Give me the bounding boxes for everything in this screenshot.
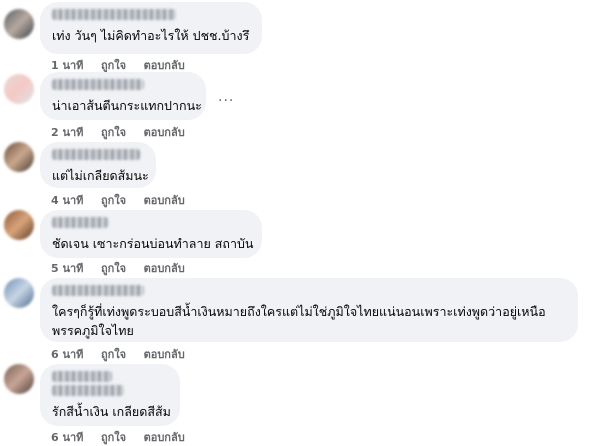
more-options-icon[interactable]: ... — [218, 89, 234, 105]
comment-bubble: รักสีน้ำเงิน เกลียดสีส้ม — [40, 364, 180, 426]
commenter-name-line-2 — [52, 385, 124, 396]
like-button[interactable]: ถูกใจ — [101, 431, 126, 444]
like-button[interactable]: ถูกใจ — [101, 126, 126, 139]
comment-meta: 6 นาที ถูกใจ ตอบกลับ — [51, 428, 199, 446]
comment-meta: 2 นาที ถูกใจ ตอบกลับ — [51, 123, 199, 141]
comment-text: น่าเอาส้นตีนกระแทกปากนะ — [52, 98, 202, 113]
like-button[interactable]: ถูกใจ — [101, 348, 126, 361]
comment-bubble: ชัดเจน เซาะกร่อนบ่อนทำลาย สถาบัน — [40, 210, 262, 258]
avatar[interactable] — [4, 9, 34, 39]
commenter-name[interactable] — [52, 371, 112, 382]
comment-bubble: ใครๆก็รู้ที่เท่งพูดระบอบสีน้ำเงินหมายถึง… — [40, 278, 578, 342]
comment-time[interactable]: 6 นาที — [51, 348, 83, 361]
comment-bubble: แต่ไม่เกลียดส้มนะ — [40, 142, 156, 188]
comment-meta: 6 นาที ถูกใจ ตอบกลับ — [51, 345, 199, 363]
commenter-name[interactable] — [52, 79, 144, 90]
comment-time[interactable]: 5 นาที — [51, 262, 83, 275]
comment-text-line-1: ใครๆก็รู้ที่เท่งพูดระบอบสีน้ำเงินหมายถึง… — [52, 304, 546, 319]
reply-button[interactable]: ตอบกลับ — [144, 194, 185, 207]
commenter-name[interactable] — [52, 9, 176, 20]
comment-time[interactable]: 4 นาที — [51, 194, 83, 207]
comment-time[interactable]: 6 นาที — [51, 431, 83, 444]
avatar[interactable] — [4, 278, 34, 308]
like-button[interactable]: ถูกใจ — [101, 59, 126, 72]
comment-time[interactable]: 1 นาที — [51, 59, 83, 72]
commenter-name[interactable] — [52, 149, 140, 160]
comment-meta: 5 นาที ถูกใจ ตอบกลับ — [51, 259, 199, 277]
avatar[interactable] — [4, 142, 34, 172]
avatar[interactable] — [4, 364, 34, 394]
reply-button[interactable]: ตอบกลับ — [144, 59, 185, 72]
avatar[interactable] — [4, 210, 34, 240]
comment-bubble: เท่ง วันๆ ไม่คิดทำอะไรให้ ปชช.บ้างรึ — [40, 2, 262, 54]
comment-text: เท่ง วันๆ ไม่คิดทำอะไรให้ ปชช.บ้างรึ — [52, 28, 250, 43]
comment-bubble: น่าเอาส้นตีนกระแทกปากนะ — [40, 72, 206, 120]
commenter-name[interactable] — [52, 217, 108, 228]
comment-time[interactable]: 2 นาที — [51, 126, 83, 139]
comment-text: แต่ไม่เกลียดส้มนะ — [52, 168, 149, 183]
reply-button[interactable]: ตอบกลับ — [144, 348, 185, 361]
reply-button[interactable]: ตอบกลับ — [144, 262, 185, 275]
avatar[interactable] — [4, 74, 34, 104]
reply-button[interactable]: ตอบกลับ — [144, 431, 185, 444]
comment-text: ชัดเจน เซาะกร่อนบ่อนทำลาย สถาบัน — [52, 236, 254, 251]
reply-button[interactable]: ตอบกลับ — [144, 126, 185, 139]
comment-text: รักสีน้ำเงิน เกลียดสีส้ม — [52, 404, 171, 419]
like-button[interactable]: ถูกใจ — [101, 194, 126, 207]
like-button[interactable]: ถูกใจ — [101, 262, 126, 275]
comment-text-line-2: พรรคภูมิใจไทย — [52, 323, 134, 338]
comment-meta: 4 นาที ถูกใจ ตอบกลับ — [51, 191, 199, 209]
commenter-name[interactable] — [52, 285, 144, 296]
